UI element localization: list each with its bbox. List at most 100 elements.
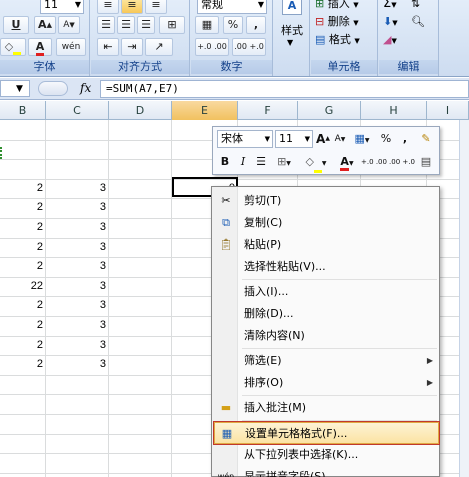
cell-c-row-8[interactable]: 3 — [49, 316, 109, 335]
cell-c-row-5[interactable]: 3 — [49, 257, 109, 276]
column-header-i[interactable]: I — [427, 101, 469, 120]
cell-b-row-4[interactable]: 2 — [0, 238, 46, 257]
menu-item-12[interactable]: 从下拉列表中选择(K)... — [214, 444, 439, 466]
underline-button[interactable]: U — [3, 16, 29, 34]
phonetic-button[interactable]: wén — [56, 38, 86, 56]
menu-item-3[interactable]: 📋︎ 粘贴(P) — [214, 234, 439, 256]
column-header-f[interactable]: F — [238, 101, 298, 120]
mini-currency-button[interactable]: ▦▼ — [351, 130, 373, 148]
delete-cells-button[interactable]: ⊟ 删除 ▼ — [315, 13, 359, 31]
comma-button[interactable]: , — [246, 16, 266, 34]
cell-b-row-1[interactable]: 2 — [0, 179, 46, 198]
sum-button[interactable]: Σ▼ — [383, 0, 397, 13]
clear-button[interactable]: ◢▼ — [383, 31, 397, 49]
cell-b-row-3[interactable]: 2 — [0, 218, 46, 237]
menu-item-2[interactable]: ⧉ 复制(C) — [214, 212, 439, 234]
format-cells-button[interactable]: ▤ 格式 ▼ — [315, 31, 360, 49]
number-format-select[interactable]: 常规 ▼ — [197, 0, 267, 14]
cell-b-row-2[interactable]: 2 — [0, 198, 46, 217]
menu-item-11[interactable]: ▦ 设置单元格格式(F)... — [213, 421, 440, 445]
font-color-button[interactable]: A — [28, 38, 52, 56]
mini-percent-button[interactable]: % — [377, 130, 395, 148]
cell-c-row-4[interactable]: 3 — [49, 238, 109, 257]
mini-fill-color-button[interactable]: ◇ ▼ — [301, 153, 331, 173]
align-middle-button[interactable]: ≡ — [121, 0, 143, 14]
mini-decrease-decimal-button[interactable]: .00 +.0 — [389, 153, 415, 171]
column-header-e[interactable]: E — [172, 101, 238, 120]
percent-button[interactable]: % — [223, 16, 243, 34]
cell-b-row-5[interactable]: 2 — [0, 257, 46, 276]
mini-merge-button[interactable]: ▤ — [417, 153, 435, 171]
styles-group-label: 样式 — [281, 24, 303, 37]
mini-increase-decimal-button[interactable]: +.0 .00 — [361, 153, 387, 171]
find-select-button[interactable]: 🔍︎ — [411, 13, 425, 31]
column-header-c[interactable]: C — [46, 101, 109, 120]
orientation-button[interactable]: ↗ — [145, 38, 173, 56]
column-header-d[interactable]: D — [109, 101, 172, 120]
menu-item-13[interactable]: wén 显示拼音字段(S) — [214, 466, 439, 477]
cell-b-row-7[interactable]: 2 — [0, 296, 46, 315]
align-bottom-button[interactable]: ≡ — [145, 0, 167, 14]
column-header-b[interactable]: B — [0, 101, 46, 120]
align-left-button[interactable]: ☰ — [97, 16, 115, 34]
mini-font-size-select[interactable]: 11 ▼ — [275, 130, 313, 148]
menu-item-7[interactable]: 清除内容(N) — [214, 325, 439, 347]
cell-c-row-2[interactable]: 3 — [49, 198, 109, 217]
formula-input[interactable]: =SUM(A7,E7) — [100, 80, 469, 98]
styles-group[interactable]: A 样式 ▼ — [274, 0, 310, 76]
align-right-button[interactable]: ☰ — [137, 16, 155, 34]
insert-cells-button[interactable]: ⊞ 插入 ▼ — [315, 0, 359, 13]
decrease-indent-button[interactable]: ⇤ — [97, 38, 119, 56]
mini-format-painter-button[interactable]: ✎ — [417, 130, 435, 148]
menu-item-4[interactable]: 选择性粘贴(V)... — [214, 256, 439, 278]
menu-item-8[interactable]: 筛选(E) ▶ — [214, 350, 439, 372]
mini-italic-button[interactable]: I — [235, 153, 251, 171]
sort-filter-button[interactable]: ⇅ — [411, 0, 420, 13]
menu-item-6[interactable]: 删除(D)... — [214, 303, 439, 325]
menu-item-9[interactable]: 排序(O) ▶ — [214, 372, 439, 394]
menu-item-10[interactable]: ▬ 插入批注(M) — [214, 397, 439, 419]
align-middle-icon: ≡ — [127, 0, 137, 11]
formula-text: =SUM(A7,E7) — [106, 82, 179, 95]
menu-item-1[interactable]: ✂ 剪切(T) — [214, 190, 439, 212]
shrink-font-button[interactable]: A▼ — [58, 16, 80, 34]
cell-b-row-9[interactable]: 2 — [0, 336, 46, 355]
decrease-decimal-button[interactable]: .00 +.0 — [232, 38, 266, 56]
cell-c-row-6[interactable]: 3 — [49, 277, 109, 296]
name-box[interactable]: ▼ — [0, 80, 30, 97]
column-header-h[interactable]: H — [361, 101, 427, 120]
cell-c-row-3[interactable]: 3 — [49, 218, 109, 237]
cell-c-row-1[interactable]: 3 — [49, 179, 109, 198]
currency-icon: ▦ — [201, 18, 213, 31]
insert-function-button[interactable]: fx — [80, 81, 91, 95]
fill-button[interactable]: ⬇▼ — [383, 13, 398, 31]
mini-font-color-button[interactable]: A▼ — [335, 153, 359, 171]
fill-color-button[interactable]: ◇ — [0, 38, 26, 56]
cell-b-row-6[interactable]: 22 — [0, 277, 46, 296]
currency-button[interactable]: ▦ — [195, 16, 219, 34]
mini-borders-button[interactable]: ⊞▼ — [271, 153, 297, 171]
mini-shrink-font-button[interactable]: A▼ — [332, 130, 348, 148]
align-top-button[interactable]: ≡ — [97, 0, 119, 14]
formula-bar-splitter[interactable] — [38, 81, 68, 96]
cell-c-row-10[interactable]: 3 — [49, 355, 109, 374]
chevron-down-icon[interactable]: ▼ — [16, 84, 23, 94]
cell-c-row-9[interactable]: 3 — [49, 336, 109, 355]
mini-bold-button[interactable]: B — [217, 153, 233, 171]
column-header-g[interactable]: G — [298, 101, 361, 120]
menu-item-5[interactable]: 插入(I)... — [214, 281, 439, 303]
mini-font-name-select[interactable]: 宋体 ▼ — [217, 130, 273, 148]
mini-grow-font-button[interactable]: A▲ — [315, 130, 331, 148]
merge-center-button[interactable]: ⊞ — [159, 16, 185, 34]
cell-b-row-10[interactable]: 2 — [0, 355, 46, 374]
cell-c-row-7[interactable]: 3 — [49, 296, 109, 315]
mini-center-button[interactable]: ☰ — [253, 153, 269, 171]
font-size-select[interactable]: 11 ▼ — [40, 0, 84, 14]
increase-indent-button[interactable]: ⇥ — [121, 38, 143, 56]
increase-decimal-button[interactable]: +.0 .00 — [195, 38, 229, 56]
align-center-button[interactable]: ☰ — [117, 16, 135, 34]
vertical-scrollbar[interactable] — [459, 120, 469, 477]
grow-font-button[interactable]: A▲ — [34, 16, 56, 34]
cell-b-row-8[interactable]: 2 — [0, 316, 46, 335]
mini-comma-button[interactable]: , — [397, 130, 413, 148]
